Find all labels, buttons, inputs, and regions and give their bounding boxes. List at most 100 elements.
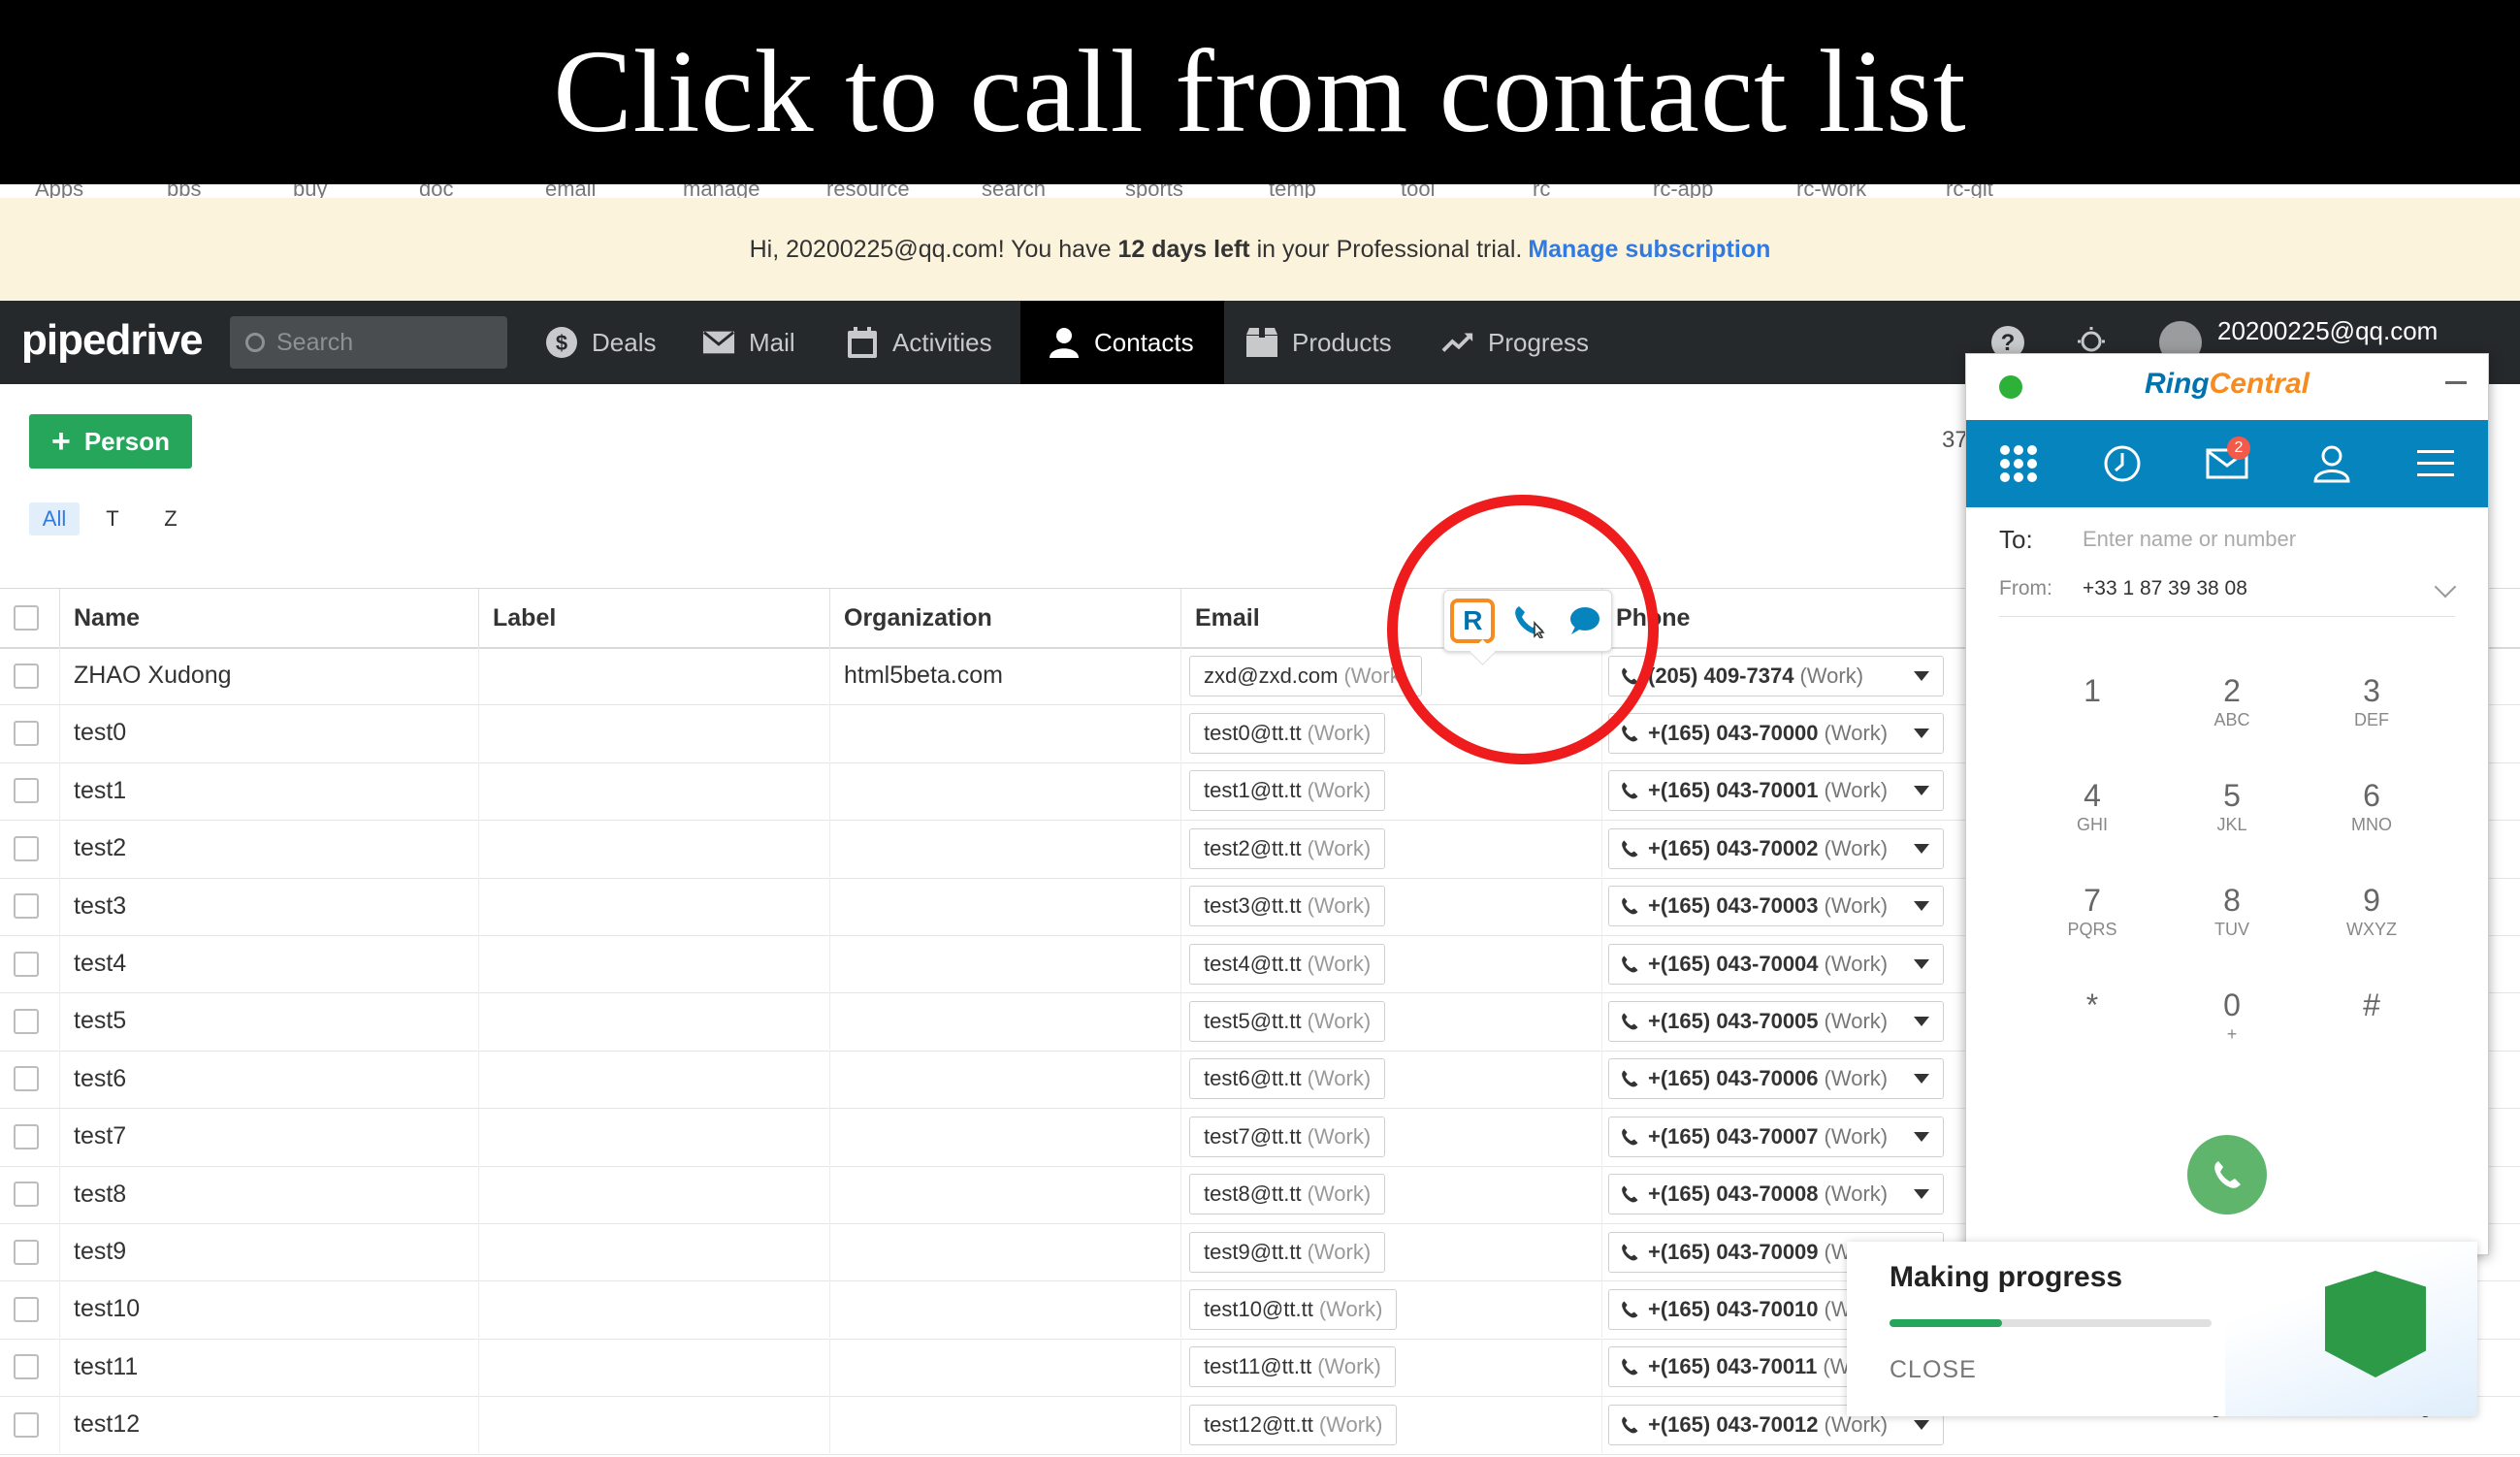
close-button[interactable]: CLOSE [1890, 1356, 1977, 1384]
email-chip[interactable]: test11@tt.tt (Work) [1189, 1346, 1396, 1388]
phone-chip[interactable]: +(165) 043-70008 (Work) [1608, 1174, 1944, 1215]
chevron-down-icon[interactable] [1914, 1131, 1929, 1142]
bookmark-item[interactable]: rc-work [1796, 184, 1866, 198]
person-name[interactable]: ZHAO Xudong [60, 647, 479, 704]
nav-deals[interactable]: $ Deals [545, 301, 656, 384]
email-chip[interactable]: test8@tt.tt (Work) [1189, 1174, 1386, 1215]
person-label[interactable] [479, 1050, 830, 1108]
chevron-down-icon[interactable] [1914, 1419, 1929, 1430]
person-name[interactable]: test8 [60, 1165, 479, 1223]
filter-t[interactable]: T [87, 502, 138, 535]
row-checkbox[interactable] [14, 951, 39, 977]
person-name[interactable]: test5 [60, 992, 479, 1051]
person-name[interactable]: test4 [60, 935, 479, 992]
phone-chip[interactable]: (205) 409-7374 (Work) [1608, 655, 1944, 696]
dial-key[interactable]: 4 GHI [2034, 777, 2150, 864]
email-chip[interactable]: test6@tt.tt (Work) [1189, 1058, 1386, 1100]
person-organization[interactable] [830, 1396, 1181, 1454]
person-name[interactable]: test3 [60, 877, 479, 935]
row-checkbox[interactable] [14, 1066, 39, 1092]
tab-history[interactable] [2093, 435, 2151, 493]
person-name[interactable]: test7 [60, 1108, 479, 1166]
person-label[interactable] [479, 877, 830, 935]
bookmark-item[interactable]: buy [293, 184, 327, 198]
person-name[interactable]: test2 [60, 820, 479, 878]
chevron-down-icon[interactable] [1914, 901, 1929, 912]
person-name[interactable]: test9 [60, 1223, 479, 1280]
bookmark-item[interactable]: search [982, 184, 1046, 198]
phone-chip[interactable]: +(165) 043-70000 (Work) [1608, 712, 1944, 754]
chevron-down-icon[interactable] [1914, 786, 1929, 796]
dial-key[interactable]: 0 + [2174, 987, 2290, 1074]
bookmark-item[interactable]: resource [826, 184, 910, 198]
nav-contacts[interactable]: Contacts [1020, 301, 1224, 384]
filter-all[interactable]: All [29, 502, 80, 535]
search-input[interactable]: Search [230, 316, 507, 369]
to-input[interactable]: Enter name or number [2083, 527, 2296, 552]
row-checkbox[interactable] [14, 1182, 39, 1208]
bookmark-item[interactable]: tool [1401, 184, 1435, 198]
person-organization[interactable] [830, 820, 1181, 878]
person-organization[interactable] [830, 877, 1181, 935]
person-organization[interactable]: html5beta.com [830, 647, 1181, 704]
dial-call-button[interactable] [2187, 1135, 2267, 1214]
row-checkbox[interactable] [14, 835, 39, 861]
person-name[interactable]: test6 [60, 1050, 479, 1108]
person-name[interactable]: test1 [60, 761, 479, 820]
person-label[interactable] [479, 1280, 830, 1339]
nav-products[interactable]: Products [1245, 301, 1392, 384]
add-person-button[interactable]: + Person [29, 414, 192, 469]
dial-key[interactable]: 7 PQRS [2034, 882, 2150, 969]
tab-messages[interactable]: 2 [2198, 435, 2256, 493]
person-label[interactable] [479, 820, 830, 878]
chevron-down-icon[interactable] [1914, 670, 1929, 681]
phone-chip[interactable]: +(165) 043-70004 (Work) [1608, 943, 1944, 985]
email-chip[interactable]: test10@tt.tt (Work) [1189, 1288, 1398, 1330]
email-chip[interactable]: zxd@zxd.com (Work) [1189, 655, 1423, 696]
phone-chip[interactable]: +(165) 043-70002 (Work) [1608, 827, 1944, 869]
dial-key[interactable]: 6 MNO [2313, 777, 2430, 864]
manage-subscription-link[interactable]: Manage subscription [1528, 236, 1770, 264]
nav-progress[interactable]: Progress [1441, 301, 1589, 384]
chevron-down-icon[interactable] [1914, 843, 1929, 854]
nav-mail[interactable]: Mail [702, 301, 795, 384]
person-label[interactable] [479, 1338, 830, 1396]
person-organization[interactable] [830, 1338, 1181, 1396]
chevron-down-icon[interactable] [1914, 728, 1929, 738]
email-chip[interactable]: test12@tt.tt (Work) [1189, 1404, 1398, 1445]
person-name[interactable]: test0 [60, 704, 479, 762]
chevron-down-icon[interactable] [1914, 1189, 1929, 1200]
dial-key[interactable]: 1 [2034, 672, 2150, 760]
person-label[interactable] [479, 992, 830, 1051]
minimize-icon[interactable] [2445, 381, 2467, 384]
dial-key[interactable]: 8 TUV [2174, 882, 2290, 969]
person-organization[interactable] [830, 1223, 1181, 1280]
from-number-select[interactable]: +33 1 87 39 38 08 [2083, 577, 2247, 600]
bookmark-item[interactable]: rc-app [1653, 184, 1713, 198]
dial-key[interactable]: 3 DEF [2313, 672, 2430, 760]
column-name[interactable]: Name [60, 589, 479, 647]
email-chip[interactable]: test1@tt.tt (Work) [1189, 770, 1386, 812]
bookmark-item[interactable]: sports [1125, 184, 1183, 198]
bookmark-item[interactable]: doc [419, 184, 453, 198]
bookmark-item[interactable]: manage [683, 184, 760, 198]
tab-menu[interactable] [2407, 435, 2465, 493]
dial-key[interactable]: * [2034, 987, 2150, 1074]
nav-activities[interactable]: Activities [846, 301, 992, 384]
dial-key[interactable]: 9 WXYZ [2313, 882, 2430, 969]
person-label[interactable] [479, 704, 830, 762]
person-name[interactable]: test10 [60, 1280, 479, 1339]
chevron-down-icon[interactable] [1914, 1074, 1929, 1085]
row-checkbox[interactable] [14, 663, 39, 689]
row-checkbox[interactable] [14, 720, 39, 746]
row-checkbox[interactable] [14, 1008, 39, 1034]
phone-chip[interactable]: +(165) 043-70006 (Work) [1608, 1058, 1944, 1100]
filter-z[interactable]: Z [145, 502, 196, 535]
tab-contacts[interactable] [2303, 435, 2361, 493]
email-chip[interactable]: test4@tt.tt (Work) [1189, 943, 1386, 985]
column-organization[interactable]: Organization [830, 589, 1181, 647]
chevron-down-icon[interactable] [2434, 575, 2457, 599]
person-name[interactable]: test11 [60, 1338, 479, 1396]
phone-chip[interactable]: +(165) 043-70007 (Work) [1608, 1116, 1944, 1157]
person-organization[interactable] [830, 1280, 1181, 1339]
